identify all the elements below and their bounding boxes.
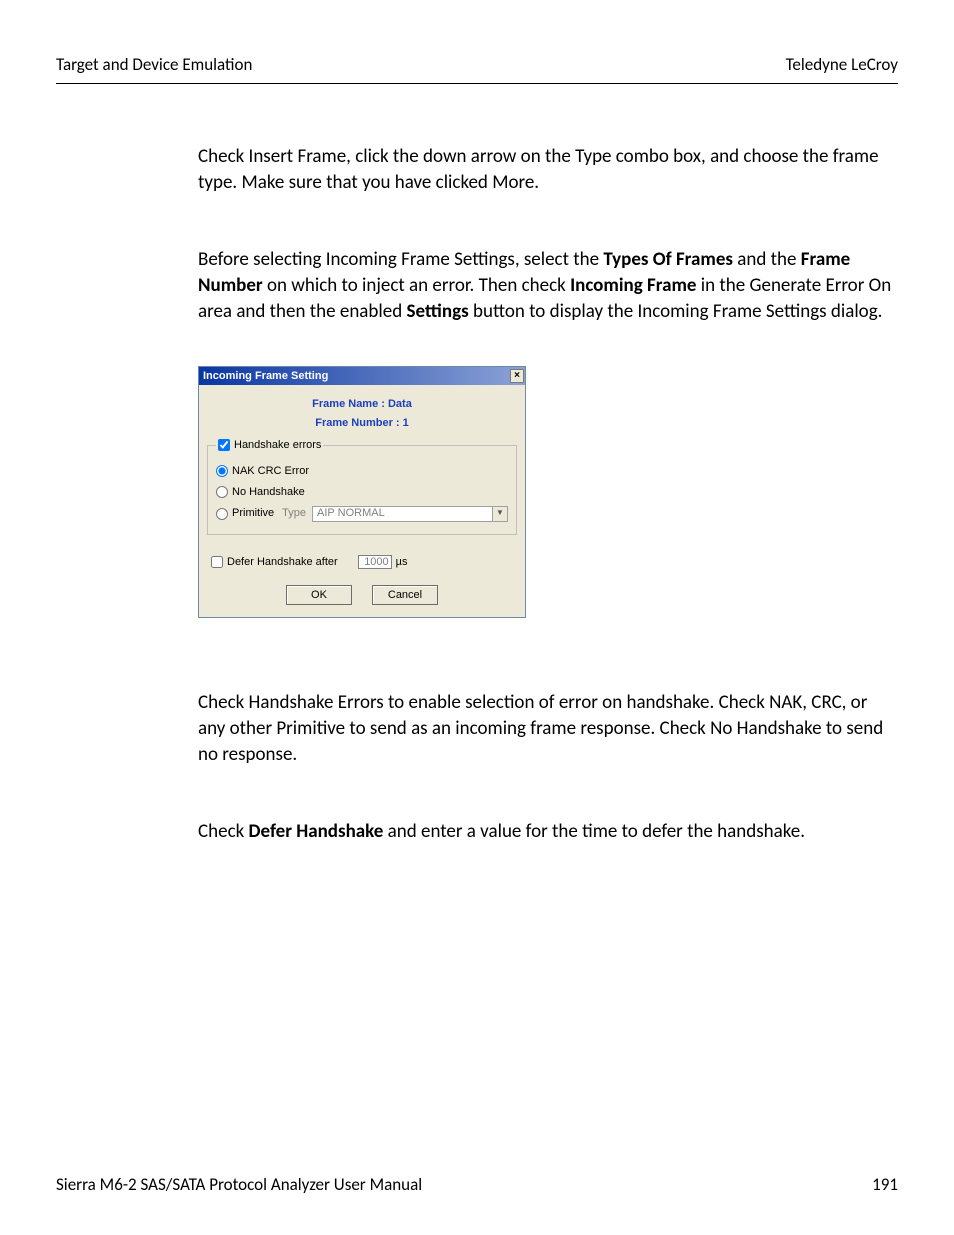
close-icon[interactable]: ×	[510, 369, 524, 383]
defer-value-input[interactable]: 1000	[358, 555, 392, 569]
header-left: Target and Device Emulation	[56, 54, 252, 77]
dropdown-value: AIP NORMAL	[317, 506, 385, 521]
incoming-frame-dialog: Incoming Frame Setting × Frame Name : Da…	[198, 366, 526, 618]
footer-left: Sierra M6-2 SAS/SATA Protocol Analyzer U…	[56, 1174, 422, 1197]
defer-unit-label: µs	[396, 555, 408, 570]
dialog-title: Incoming Frame Setting	[203, 369, 328, 384]
defer-handshake-label: Defer Handshake after	[227, 555, 338, 570]
footer-page-number: 191	[872, 1174, 898, 1197]
frame-name-label: Frame Name : Data	[199, 397, 525, 412]
type-label: Type	[282, 506, 306, 521]
paragraph-3: Check Handshake Errors to enable selecti…	[198, 690, 898, 767]
defer-handshake-checkbox[interactable]	[211, 556, 223, 568]
frame-number-label: Frame Number : 1	[199, 416, 525, 431]
header-right: Teledyne LeCroy	[786, 54, 898, 77]
paragraph-4: Check Defer Handshake and enter a value …	[198, 819, 898, 845]
paragraph-2: Before selecting Incoming Frame Settings…	[198, 247, 898, 324]
paragraph-1: Check Insert Frame, click the down arrow…	[198, 144, 898, 195]
nak-crc-error-radio[interactable]	[216, 465, 228, 477]
ok-button[interactable]: OK	[286, 585, 352, 605]
handshake-errors-group: Handshake errors NAK CRC Error No Handsh…	[207, 445, 517, 535]
no-handshake-radio[interactable]	[216, 486, 228, 498]
primitive-radio[interactable]	[216, 508, 228, 520]
primitive-type-dropdown[interactable]: AIP NORMAL ▼	[312, 506, 508, 522]
nak-crc-error-label: NAK CRC Error	[232, 464, 309, 479]
no-handshake-label: No Handshake	[232, 485, 305, 500]
dialog-titlebar: Incoming Frame Setting ×	[199, 367, 525, 385]
chevron-down-icon: ▼	[492, 507, 507, 521]
handshake-errors-label: Handshake errors	[234, 438, 321, 453]
primitive-label: Primitive	[232, 506, 274, 521]
header-rule	[56, 83, 898, 84]
handshake-errors-checkbox[interactable]	[218, 439, 230, 451]
cancel-button[interactable]: Cancel	[372, 585, 438, 605]
